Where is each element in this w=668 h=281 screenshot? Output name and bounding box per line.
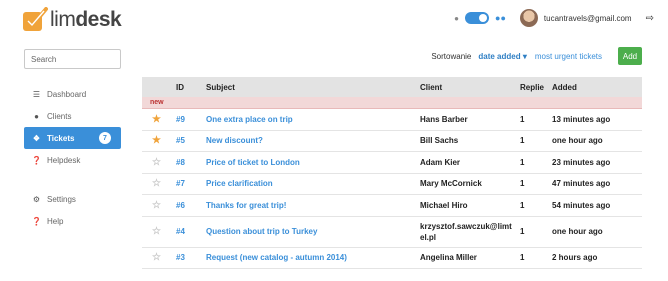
star-icon[interactable]: ☆: [142, 157, 168, 168]
ticket-added: 13 minutes ago: [552, 114, 611, 124]
sidebar-item-tickets[interactable]: ❖ Tickets 7: [24, 127, 121, 149]
star-icon[interactable]: ★: [142, 135, 168, 146]
ticket-added: 2 hours ago: [552, 253, 598, 263]
star-icon[interactable]: ☆: [142, 226, 168, 237]
ticket-id[interactable]: #9: [168, 115, 206, 124]
ticket-added: one hour ago: [552, 227, 603, 236]
ticket-client: Adam Kier: [420, 157, 461, 167]
star-icon[interactable]: ☆: [142, 252, 168, 263]
table-row[interactable]: ☆ #7 Price clarification Mary McCornick 1 47 …: [142, 174, 642, 195]
user-topbar: ● ●● tucantravels@gmail.com ⇨: [454, 9, 654, 27]
question-circle-icon: ❓: [31, 155, 42, 165]
gear-icon: ⚙: [32, 194, 41, 204]
ticket-id[interactable]: #4: [168, 227, 206, 236]
brand-name: limdesk: [50, 8, 122, 31]
ticket-subject[interactable]: Question about trip to Turkey: [206, 227, 420, 236]
ticket-subject[interactable]: One extra place on trip: [206, 115, 420, 124]
sidebar-item-helpdesk[interactable]: ❓ Helpdesk: [24, 149, 121, 171]
users-icon[interactable]: ●●: [495, 13, 506, 23]
mode-toggle[interactable]: [465, 12, 490, 24]
ticket-client: Mary McCornick: [420, 179, 482, 189]
ticket-added: one hour ago: [552, 136, 603, 146]
user-icon: ●: [34, 111, 39, 121]
column-client[interactable]: Client: [420, 83, 520, 92]
table-row[interactable]: ☆ #3 Request (new catalog - autumn 2014) An…: [142, 248, 642, 269]
sidebar-item-dashboard[interactable]: ☰ Dashboard: [24, 83, 121, 105]
table-body: ★ #9 One extra place on trip Hans Barber 1 13…: [142, 109, 642, 269]
ticket-added: 23 minutes ago: [552, 157, 611, 167]
column-id[interactable]: ID: [168, 83, 206, 92]
question-circle-icon: ❓: [31, 216, 42, 226]
tickets-table: ID Subject Client Replie Added new ★ #9 On…: [142, 77, 642, 269]
sidebar-item-label: Help: [47, 216, 64, 226]
sort-most-urgent[interactable]: most urgent tickets: [535, 52, 602, 61]
ticket-subject[interactable]: Price of ticket to London: [206, 158, 420, 167]
ticket-subject[interactable]: Request (new catalog - autumn 2014): [206, 253, 420, 262]
ticket-replies: 1: [520, 227, 525, 236]
search-input[interactable]: [24, 49, 121, 69]
column-subject[interactable]: Subject: [206, 83, 420, 92]
table-row[interactable]: ★ #5 New discount? Bill Sachs 1 one hour ago: [142, 131, 642, 152]
ticket-subject[interactable]: New discount?: [206, 136, 420, 145]
tickets-count-badge: 7: [99, 132, 111, 144]
sidebar-item-label: Clients: [47, 111, 72, 121]
sidebar-item-label: Helpdesk: [47, 155, 81, 165]
ticket-replies: 1: [520, 114, 525, 124]
ticket-client: Michael Hiro: [420, 200, 468, 210]
person-icon: ●: [454, 13, 460, 23]
sidebar-item-label: Dashboard: [47, 89, 87, 99]
sidebar-item-clients[interactable]: ● Clients: [24, 105, 121, 127]
ticket-client: Bill Sachs: [420, 136, 459, 146]
sidebar-item-settings[interactable]: ⚙ Settings: [24, 188, 121, 210]
ticket-id[interactable]: #8: [168, 158, 206, 167]
ticket-added: 47 minutes ago: [552, 179, 611, 189]
table-row[interactable]: ☆ #8 Price of ticket to London Adam Kier 1 23…: [142, 152, 642, 174]
ticket-replies: 1: [520, 157, 525, 167]
new-group-label: new: [142, 97, 642, 109]
ticket-client: Hans Barber: [420, 114, 468, 124]
ticket-replies: 1: [520, 179, 525, 189]
avatar[interactable]: [519, 9, 538, 27]
logo-check-icon: [22, 7, 48, 33]
sort-label: Sortowanie: [431, 51, 472, 61]
column-replies[interactable]: Replie: [520, 83, 552, 92]
ticket-client: Angelina Miller: [420, 253, 477, 263]
star-icon[interactable]: ☆: [142, 178, 168, 189]
table-row[interactable]: ☆ #6 Thanks for great trip! Michael Hiro 1 54…: [142, 195, 642, 217]
ticket-id[interactable]: #6: [168, 201, 206, 210]
ticket-id[interactable]: #7: [168, 179, 206, 188]
star-icon[interactable]: ★: [142, 114, 168, 125]
sidebar-nav: ☰ Dashboard ● Clients ❖ Tickets 7 ❓ Help…: [24, 83, 121, 232]
ticket-subject[interactable]: Price clarification: [206, 179, 420, 188]
dashboard-icon: ☰: [32, 89, 41, 99]
ticket-replies: 1: [520, 200, 525, 210]
column-added[interactable]: Added: [552, 83, 642, 92]
table-row[interactable]: ★ #9 One extra place on trip Hans Barber 1 13…: [142, 109, 642, 131]
ticket-replies: 1: [520, 136, 525, 146]
logout-icon[interactable]: ⇨: [646, 13, 654, 24]
table-row[interactable]: ☆ #4 Question about trip to Turkey krzyszto…: [142, 217, 642, 248]
sidebar-item-label: Settings: [47, 194, 76, 204]
table-header: ID Subject Client Replie Added: [142, 77, 642, 97]
ticket-subject[interactable]: Thanks for great trip!: [206, 201, 420, 210]
sort-bar: Sortowanie date added ▾ most urgent tick…: [431, 47, 642, 65]
ticket-id[interactable]: #3: [168, 253, 206, 262]
sidebar-item-help[interactable]: ❓ Help: [24, 210, 121, 232]
caret-down-icon: ▾: [522, 51, 527, 61]
ticket-replies: 1: [520, 253, 525, 263]
ticket-icon: ❖: [32, 133, 41, 143]
star-icon[interactable]: ☆: [142, 200, 168, 211]
ticket-added: 54 minutes ago: [552, 200, 611, 210]
sidebar-item-label: Tickets: [47, 133, 75, 143]
ticket-client: krzysztof.sawczuk@limtel.pl: [420, 221, 512, 242]
ticket-id[interactable]: #5: [168, 136, 206, 145]
user-email[interactable]: tucantravels@gmail.com: [544, 14, 632, 23]
sort-date-added[interactable]: date added ▾: [478, 52, 526, 61]
add-ticket-button[interactable]: Add: [618, 47, 642, 65]
app-logo[interactable]: limdesk: [22, 6, 122, 34]
